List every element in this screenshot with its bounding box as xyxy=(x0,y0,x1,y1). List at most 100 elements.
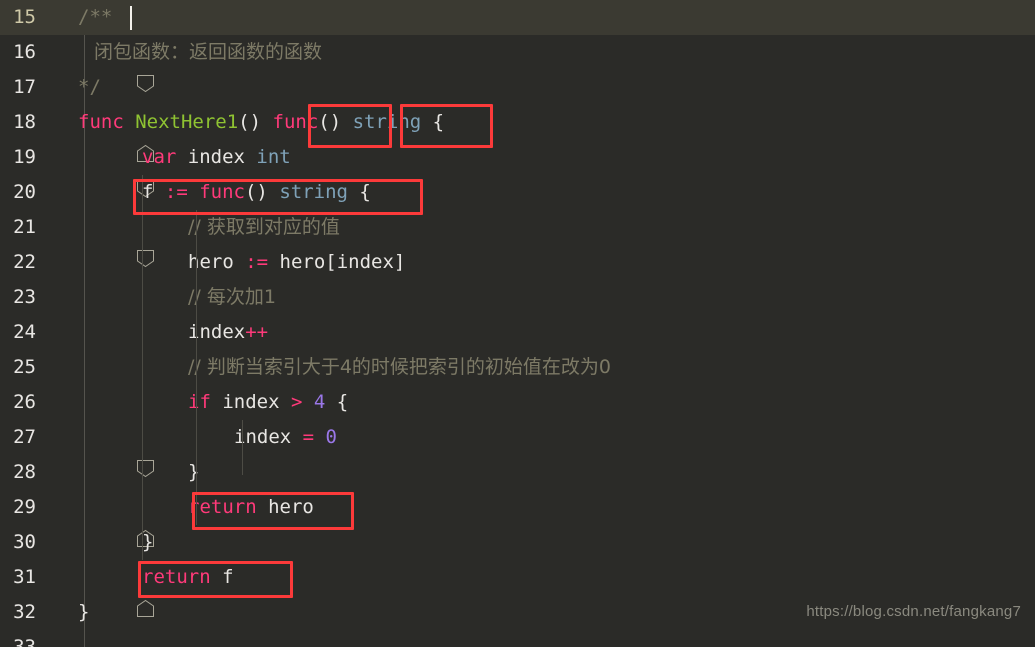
return-type-string: string xyxy=(352,111,422,133)
open-brace: { xyxy=(325,391,349,413)
fold-marker-20[interactable] xyxy=(44,175,154,268)
editor-line-31[interactable]: 31 return f xyxy=(0,560,1035,595)
line-content-26: if index > 4 { xyxy=(76,385,1035,420)
editor-line-25[interactable]: 25 // 判断当索引大于4的时候把索引的初始值在改为0 xyxy=(0,350,1035,385)
fold-marker-19 xyxy=(44,140,76,175)
fold-marker-28[interactable] xyxy=(44,455,154,547)
line-number-21: 21 xyxy=(13,216,36,238)
text-cursor xyxy=(130,6,132,30)
fold-marker-26[interactable] xyxy=(44,385,154,478)
function-name-nexthere1: NextHere1 xyxy=(135,111,239,133)
line-content-22: hero := hero[index] xyxy=(76,245,1035,280)
editor-line-24[interactable]: 24 index ++ xyxy=(0,315,1035,350)
code-editor[interactable]: 15 /** 16 闭包函数：返回函数的函数 17 */ 18 func Nex… xyxy=(0,0,1035,647)
keyword-return: return xyxy=(142,566,211,588)
identifier-hero: hero xyxy=(256,496,314,518)
keyword-return: return xyxy=(188,496,257,518)
fold-marker-21 xyxy=(44,210,76,245)
editor-line-23[interactable]: 23 // 每次加1 xyxy=(0,280,1035,315)
fold-marker-27 xyxy=(44,420,76,455)
identifier-index: index xyxy=(234,426,303,448)
line-content-18: func NextHere1 () func () string { xyxy=(76,105,1035,140)
line-content-16: 闭包函数：返回函数的函数 xyxy=(76,35,1035,70)
keyword-if: if xyxy=(188,391,211,413)
doc-comment-close: */ xyxy=(78,76,101,98)
identifier-index: index xyxy=(210,391,291,413)
identifier-f: f xyxy=(210,566,234,588)
fold-marker-22 xyxy=(44,245,76,280)
editor-line-16[interactable]: 16 闭包函数：返回函数的函数 xyxy=(0,35,1035,70)
line-number-32: 32 xyxy=(13,601,36,623)
line-content-27: index = 0 xyxy=(76,420,1035,455)
fold-marker-18[interactable] xyxy=(44,105,154,198)
fold-marker-15[interactable] xyxy=(44,0,154,93)
editor-line-17[interactable]: 17 */ xyxy=(0,70,1035,162)
line-number-18: 18 xyxy=(13,111,36,133)
type-int: int xyxy=(256,146,291,168)
line-number-24: 24 xyxy=(13,321,36,343)
fold-marker-30[interactable] xyxy=(44,525,154,617)
assign-operator: := xyxy=(245,251,280,273)
expression-hero-index: hero[index] xyxy=(279,251,406,273)
identifier-index: index xyxy=(176,146,257,168)
keyword-func: func xyxy=(199,181,245,203)
line-content-15: /** xyxy=(76,0,1035,35)
comment-increment: // 每次加1 xyxy=(188,286,276,308)
line-number-31: 31 xyxy=(13,566,36,588)
literal-4: 4 xyxy=(313,391,326,413)
func-parens: () xyxy=(244,181,280,203)
comment-reset-index: // 判断当索引大于4的时候把索引的初始值在改为0 xyxy=(188,356,612,378)
fold-marker-24 xyxy=(44,315,76,350)
line-number-17: 17 xyxy=(13,76,36,98)
editor-line-20[interactable]: 20 f := func () string { xyxy=(0,175,1035,268)
editor-line-29[interactable]: 29 return hero xyxy=(0,490,1035,525)
greater-than-operator: > xyxy=(290,391,314,413)
line-number-23: 23 xyxy=(13,286,36,308)
param-parens: () xyxy=(238,111,273,133)
doc-comment-text: 闭包函数：返回函数的函数 xyxy=(94,41,323,63)
literal-0: 0 xyxy=(325,426,337,448)
line-number-28: 28 xyxy=(13,461,36,483)
fold-marker-29 xyxy=(44,490,76,525)
line-number-26: 26 xyxy=(13,391,36,413)
line-content-25: // 判断当索引大于4的时候把索引的初始值在改为0 xyxy=(76,350,1035,385)
line-content-33 xyxy=(76,630,1035,647)
editor-line-30[interactable]: 30 } xyxy=(0,525,1035,617)
line-content-21: // 获取到对应的值 xyxy=(76,210,1035,245)
line-content-29: return hero xyxy=(76,490,1035,525)
editor-line-15[interactable]: 15 /** xyxy=(0,0,1035,93)
return-type-string: string xyxy=(279,181,348,203)
line-content-28: } xyxy=(76,455,1035,490)
editor-line-18[interactable]: 18 func NextHere1 () func () string { xyxy=(0,105,1035,198)
line-content-24: index ++ xyxy=(76,315,1035,350)
fold-marker-32[interactable] xyxy=(44,595,76,630)
open-brace: { xyxy=(347,181,371,203)
assign-operator: := xyxy=(164,181,200,203)
line-number-25: 25 xyxy=(13,356,36,378)
editor-line-21[interactable]: 21 // 获取到对应的值 xyxy=(0,210,1035,245)
return-type-parens: () xyxy=(318,111,353,133)
fold-marker-17[interactable] xyxy=(44,70,154,162)
editor-line-22[interactable]: 22 hero := hero[index] xyxy=(0,245,1035,280)
indent-guide-level-1 xyxy=(142,175,143,560)
editor-line-19[interactable]: 19 var index int xyxy=(0,140,1035,175)
fold-marker-33 xyxy=(44,630,76,647)
watermark-url: https://blog.csdn.net/fangkang7 xyxy=(806,603,1021,620)
line-content-30: } xyxy=(76,525,1035,560)
editor-line-27[interactable]: 27 index = 0 xyxy=(0,420,1035,455)
equals-operator: = xyxy=(302,426,326,448)
line-number-29: 29 xyxy=(13,496,36,518)
line-content-20: f := func () string { xyxy=(76,175,1035,210)
editor-line-26[interactable]: 26 if index > 4 { xyxy=(0,385,1035,478)
identifier-f: f xyxy=(142,181,165,203)
editor-line-33[interactable]: 33 xyxy=(0,630,1035,647)
line-content-23: // 每次加1 xyxy=(76,280,1035,315)
editor-line-28[interactable]: 28 } xyxy=(0,455,1035,547)
line-number-27: 27 xyxy=(13,426,36,448)
line-number-20: 20 xyxy=(13,181,36,203)
close-brace: } xyxy=(78,601,90,623)
line-content-17: */ xyxy=(76,70,1035,105)
open-brace: { xyxy=(421,111,445,133)
line-number-22: 22 xyxy=(13,251,36,273)
